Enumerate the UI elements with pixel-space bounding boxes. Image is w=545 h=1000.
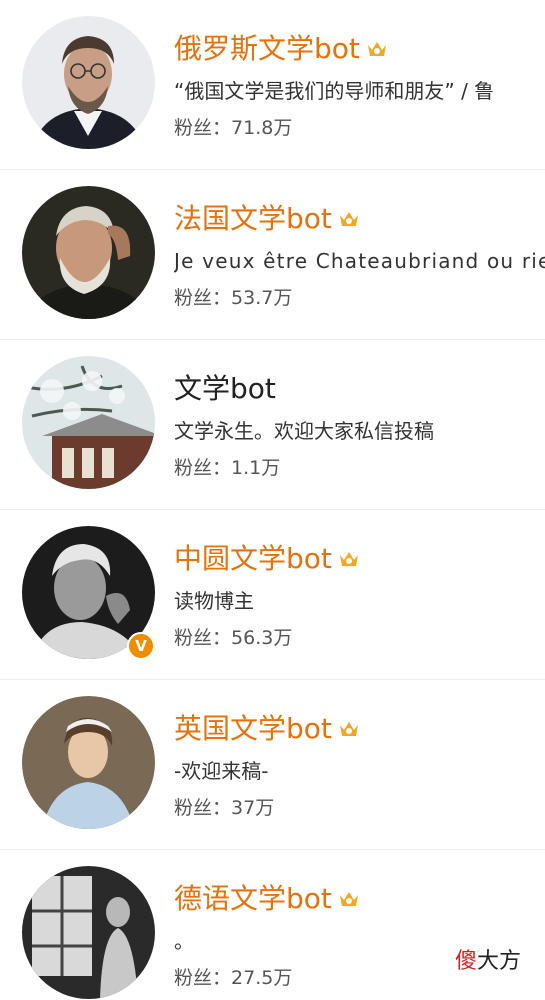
fans-label: 粉丝： xyxy=(174,117,232,139)
account-bio: 读物博主 xyxy=(174,589,254,613)
account-name[interactable]: 英国文学bot xyxy=(174,712,360,746)
fans-count: 粉丝：27.5万 xyxy=(174,966,292,990)
account-row-russian-lit[interactable]: 俄罗斯文学bot “俄国文学是我们的导师和朋友” / 鲁 粉丝：71.8万 xyxy=(0,0,545,170)
fans-count: 粉丝：37万 xyxy=(174,796,274,820)
verified-badge: V xyxy=(127,632,155,660)
fans-count: 粉丝：1.1万 xyxy=(174,456,280,480)
fans-value: 27.5万 xyxy=(231,967,293,989)
avatar-snowy-pine-temple-icon xyxy=(22,356,155,489)
avatar[interactable] xyxy=(22,866,155,999)
fans-label: 粉丝： xyxy=(174,457,232,479)
account-bio: “俄国文学是我们的导师和朋友” / 鲁 xyxy=(174,79,495,103)
account-row-literature[interactable]: 文学bot 文学永生。欢迎大家私信投稿 粉丝：1.1万 xyxy=(0,340,545,510)
avatar-portrait-austen-icon xyxy=(22,696,155,829)
crown-icon xyxy=(338,548,360,570)
fans-value: 71.8万 xyxy=(231,117,293,139)
fans-label: 粉丝： xyxy=(174,287,232,309)
crown-icon xyxy=(366,38,388,60)
watermark-first-char: 傻 xyxy=(455,949,478,974)
account-name-text: 英国文学bot xyxy=(174,712,332,745)
fans-value: 1.1万 xyxy=(231,457,281,479)
avatar[interactable] xyxy=(22,16,155,149)
account-name-text: 法国文学bot xyxy=(174,202,332,235)
fans-count: 粉丝：56.3万 xyxy=(174,626,292,650)
avatar-portrait-hugo-icon xyxy=(22,186,155,319)
fans-label: 粉丝： xyxy=(174,967,232,989)
account-name-text: 德语文学bot xyxy=(174,882,332,915)
account-row-french-lit[interactable]: 法国文学bot Je veux être Chateaubriand ou ri… xyxy=(0,170,545,340)
account-name-text: 中圆文学bot xyxy=(174,542,332,575)
crown-icon xyxy=(338,888,360,910)
account-row-english-lit[interactable]: 英国文学bot -欢迎来稿- 粉丝：37万 xyxy=(0,680,545,850)
avatar[interactable] xyxy=(22,696,155,829)
account-row-german-lit[interactable]: 德语文学bot 。 粉丝：27.5万 xyxy=(0,850,545,1000)
watermark: 傻大方 xyxy=(455,948,521,976)
avatar[interactable] xyxy=(22,356,155,489)
fans-value: 56.3万 xyxy=(231,627,293,649)
avatar[interactable] xyxy=(22,186,155,319)
account-bio: 文学永生。欢迎大家私信投稿 xyxy=(174,419,434,443)
account-name-text: 俄罗斯文学bot xyxy=(174,32,360,65)
account-row-zhongyuan-lit[interactable]: V 中圆文学bot 读物博主 粉丝：56.3万 xyxy=(0,510,545,680)
account-name-text: 文学bot xyxy=(174,372,276,405)
fans-count: 粉丝：53.7万 xyxy=(174,286,292,310)
account-name[interactable]: 德语文学bot xyxy=(174,882,360,916)
account-name[interactable]: 俄罗斯文学bot xyxy=(174,32,388,66)
account-bio: -欢迎来稿- xyxy=(174,759,269,783)
fans-label: 粉丝： xyxy=(174,627,232,649)
account-bio: Je veux être Chateaubriand ou rien xyxy=(174,249,545,273)
account-name[interactable]: 法国文学bot xyxy=(174,202,360,236)
account-name[interactable]: 中圆文学bot xyxy=(174,542,360,576)
crown-icon xyxy=(338,718,360,740)
fans-count: 粉丝：71.8万 xyxy=(174,116,292,140)
account-name[interactable]: 文学bot xyxy=(174,372,276,406)
watermark-rest: 大方 xyxy=(477,949,522,974)
avatar-portrait-chekhov-icon xyxy=(22,16,155,149)
fans-value: 53.7万 xyxy=(231,287,293,309)
fans-value: 37万 xyxy=(231,797,275,819)
fans-label: 粉丝： xyxy=(174,797,232,819)
crown-icon xyxy=(338,208,360,230)
avatar-statue-window-icon xyxy=(22,866,155,999)
